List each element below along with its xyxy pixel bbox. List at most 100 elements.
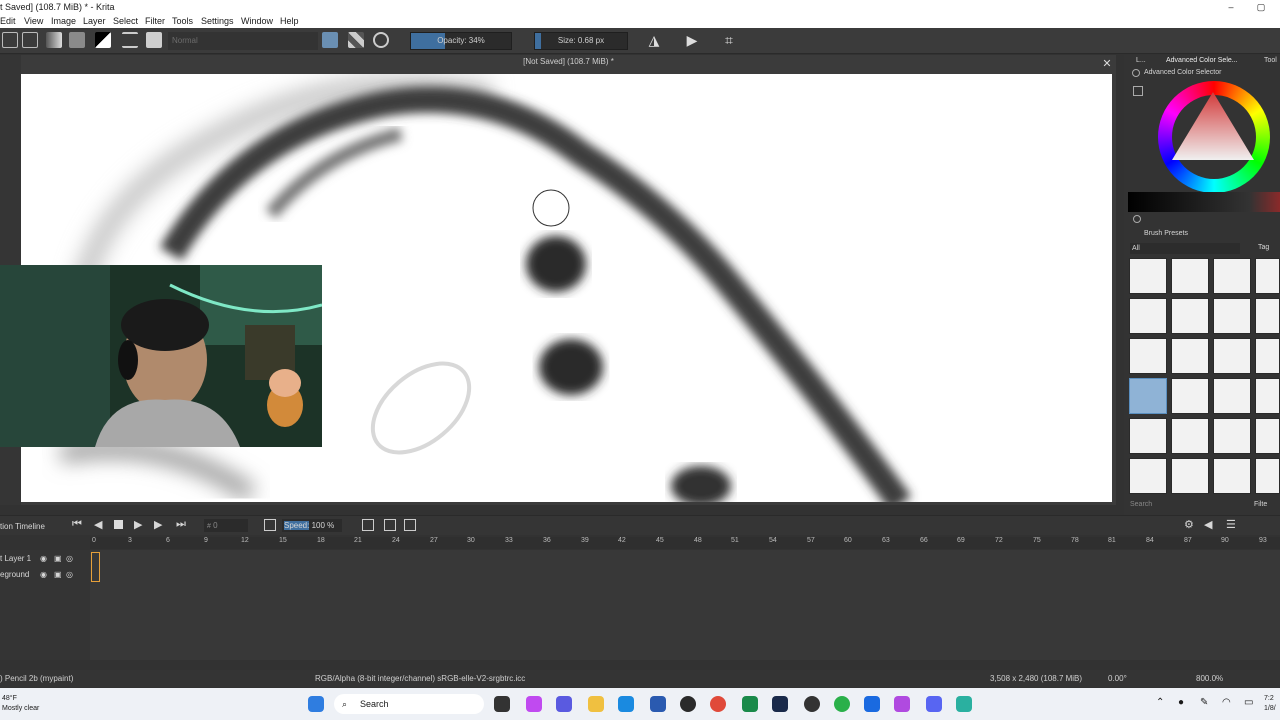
discord-icon[interactable] — [926, 696, 942, 712]
chrome-profile-icon[interactable] — [834, 696, 850, 712]
docker-tab-color-selector[interactable]: Advanced Color Sele... — [1166, 57, 1238, 64]
preset-marker[interactable] — [1129, 458, 1167, 494]
windows-start-icon[interactable] — [308, 696, 324, 712]
audio-icon[interactable] — [404, 519, 416, 531]
speed-field[interactable]: Speed: 100 % — [282, 519, 342, 532]
obs-icon[interactable] — [804, 696, 820, 712]
lock-icon[interactable]: ▣ — [54, 552, 62, 566]
preset-eraser[interactable] — [1129, 258, 1167, 294]
brush-settings-icon[interactable] — [122, 32, 138, 48]
drop-frames-icon[interactable] — [362, 519, 374, 531]
menu-tools[interactable]: Tools — [172, 15, 193, 28]
mirror-horizontal-icon[interactable]: ◮ — [646, 32, 662, 48]
chrome-icon[interactable] — [710, 696, 726, 712]
preset-item[interactable] — [1255, 258, 1280, 294]
preset-item[interactable] — [1255, 458, 1280, 494]
app-icon-2[interactable] — [956, 696, 972, 712]
clock-icon[interactable] — [264, 519, 276, 531]
preset-search-input[interactable]: Search — [1130, 501, 1152, 508]
status-zoom[interactable]: 800.0% — [1196, 670, 1223, 687]
stop-button[interactable] — [114, 520, 123, 529]
preset-green[interactable] — [1213, 418, 1251, 454]
play-button[interactable]: ▶ — [134, 518, 142, 531]
preset-item[interactable] — [1255, 298, 1280, 334]
prev-frame-button[interactable]: ◀ — [94, 518, 102, 531]
mirror-vertical-icon[interactable]: ▶ — [684, 32, 700, 48]
mic-icon[interactable]: ● — [1178, 697, 1184, 708]
clock[interactable]: 7:2 1/8/ — [1264, 694, 1276, 714]
preset-pencil[interactable] — [1129, 338, 1167, 374]
color-triangle[interactable] — [1164, 85, 1264, 185]
size-slider[interactable]: Size: 0.68 px — [534, 32, 628, 50]
weather-widget[interactable]: 48°F Mostly clear — [2, 694, 39, 714]
docker-float-icon[interactable] — [1132, 69, 1140, 77]
preset-yellow[interactable] — [1213, 458, 1251, 494]
onion-icon[interactable]: ◎ — [66, 568, 73, 582]
preset-pencil-3[interactable] — [1213, 338, 1251, 374]
eraser-mode-icon[interactable] — [322, 32, 338, 48]
preset-ink-3[interactable] — [1213, 298, 1251, 334]
dell-icon[interactable] — [680, 696, 696, 712]
preset-item[interactable] — [1255, 338, 1280, 374]
refresh-icon[interactable] — [1133, 215, 1141, 223]
menu-settings[interactable]: Settings — [201, 15, 234, 28]
wifi-icon[interactable]: ◠ — [1222, 697, 1231, 708]
taskbar-search[interactable]: ⌕ Search — [334, 694, 484, 714]
preserve-alpha-icon[interactable] — [348, 32, 364, 48]
close-document-button[interactable]: ✕ — [1100, 57, 1114, 71]
preset-filter-select[interactable]: All — [1130, 243, 1240, 254]
pattern-icon[interactable] — [69, 32, 85, 48]
lock-icon[interactable]: ▣ — [54, 568, 62, 582]
timeline-layer-row[interactable]: eground ◉ ▣ ◎ — [0, 568, 90, 582]
preset-marker-2[interactable] — [1171, 458, 1209, 494]
last-frame-button[interactable]: ⏭ — [176, 518, 186, 531]
preset-ink-2[interactable] — [1171, 298, 1209, 334]
color-settings-icon[interactable] — [1133, 86, 1143, 96]
color-history-bar[interactable] — [1128, 192, 1280, 212]
menu-select[interactable]: Select — [113, 15, 138, 28]
file-explorer-icon[interactable] — [588, 696, 604, 712]
open-icon[interactable] — [2, 32, 18, 48]
edge-icon[interactable] — [618, 696, 634, 712]
brush-preset-icon[interactable] — [146, 32, 162, 48]
excel-icon[interactable] — [742, 696, 758, 712]
preset-item[interactable] — [1255, 418, 1280, 454]
task-view-icon[interactable] — [494, 696, 510, 712]
preset-pencil-2[interactable] — [1171, 338, 1209, 374]
preset-sketch[interactable] — [1129, 418, 1167, 454]
wrap-around-icon[interactable]: ⌗ — [721, 32, 737, 48]
menu-filter[interactable]: Filter — [145, 15, 165, 28]
menu-image[interactable]: Image — [51, 15, 76, 28]
menu-view[interactable]: View — [24, 15, 43, 28]
preset-blue-pen[interactable] — [1171, 378, 1209, 414]
onion-icon[interactable]: ◎ — [66, 552, 73, 566]
first-frame-button[interactable]: ⏮ — [72, 518, 82, 531]
store-icon[interactable] — [650, 696, 666, 712]
fg-bg-color-icon[interactable] — [95, 32, 111, 48]
battery-icon[interactable]: ▭ — [1244, 697, 1253, 708]
frame-grid[interactable] — [90, 550, 1280, 660]
settings-icon[interactable]: ⚙ — [1184, 518, 1194, 531]
steam-icon[interactable] — [772, 696, 788, 712]
volume-icon[interactable]: ◀ — [1204, 518, 1212, 531]
chevron-up-icon[interactable]: ⌃ — [1156, 697, 1164, 708]
docker-tab-tool[interactable]: Tool — [1264, 57, 1277, 64]
onion-skin-icon[interactable] — [384, 519, 396, 531]
blend-mode-select[interactable]: Normal — [168, 32, 318, 50]
tag-button[interactable]: Tag — [1258, 244, 1269, 251]
preset-blue-pencil[interactable] — [1171, 258, 1209, 294]
preset-ink[interactable] — [1129, 298, 1167, 334]
maximize-button[interactable]: ▢ — [1246, 0, 1276, 15]
preset-sketch-2[interactable] — [1171, 418, 1209, 454]
status-rotation[interactable]: 0.00° — [1108, 670, 1127, 687]
timeline-layer-row[interactable]: t Layer 1 ◉ ▣ ◎ — [0, 552, 90, 566]
preset-airbrush[interactable] — [1213, 258, 1251, 294]
pen-icon[interactable]: ✎ — [1200, 697, 1208, 708]
menu-edit[interactable]: Edit — [0, 15, 16, 28]
menu-window[interactable]: Window — [241, 15, 273, 28]
opacity-slider[interactable]: Opacity: 34% — [410, 32, 512, 50]
teams-icon[interactable] — [556, 696, 572, 712]
preset-item[interactable] — [1255, 378, 1280, 414]
gradient-icon[interactable] — [46, 32, 62, 48]
krita-icon[interactable] — [894, 696, 910, 712]
